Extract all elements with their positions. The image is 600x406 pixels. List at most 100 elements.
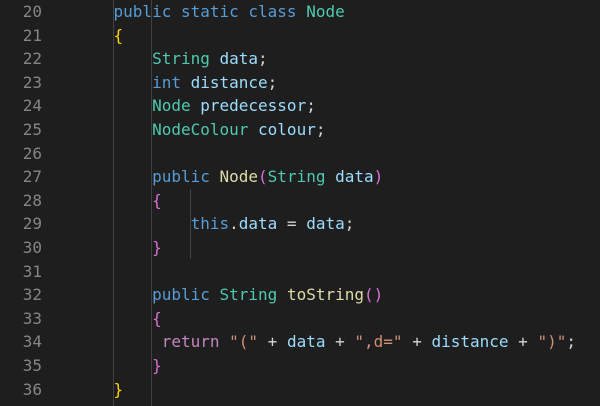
code-line[interactable]: } xyxy=(75,236,600,260)
code-line[interactable]: NodeColour colour; xyxy=(75,118,600,142)
code-token: this xyxy=(190,214,230,234)
line-number: 32 xyxy=(22,285,42,305)
code-token: Node xyxy=(219,167,259,187)
code-token: + xyxy=(508,332,538,352)
code-token: String xyxy=(219,285,278,305)
code-token: int xyxy=(152,72,181,92)
line-number: 22 xyxy=(22,49,42,69)
code-token: } xyxy=(113,379,124,399)
code-token: ; xyxy=(566,332,576,352)
code-line[interactable]: this.data = data; xyxy=(75,212,600,236)
code-token: ; xyxy=(258,49,268,69)
code-token: { xyxy=(152,308,162,328)
code-token: data xyxy=(306,214,345,234)
code-token: String xyxy=(152,49,210,69)
line-number: 23 xyxy=(22,72,42,92)
code-token: ; xyxy=(306,96,316,116)
code-line[interactable] xyxy=(75,142,600,166)
code-token: distance xyxy=(190,72,268,92)
code-token: ; xyxy=(315,120,326,139)
code-token: Node xyxy=(152,96,191,116)
line-number: 21 xyxy=(22,25,42,45)
code-token: Node xyxy=(306,2,345,21)
code-token: data xyxy=(335,167,374,187)
code-token: + xyxy=(325,332,355,352)
line-number: 35 xyxy=(22,356,42,375)
code-token: data xyxy=(219,49,259,69)
code-line[interactable]: } xyxy=(75,354,600,378)
code-token: { xyxy=(113,25,124,45)
code-line[interactable]: return "(" + data + ",d=" + distance + "… xyxy=(75,330,600,354)
code-token: data xyxy=(238,214,278,234)
line-number-gutter: 20 21 22 23 24 25 26 27 28 29 30 31 32 33 34 35 36 xyxy=(0,0,74,406)
code-line[interactable]: { xyxy=(75,24,600,48)
code-token: { xyxy=(152,190,162,210)
line-number: 36 xyxy=(22,379,42,399)
code-token: () xyxy=(364,285,384,305)
line-number: 29 xyxy=(22,214,42,234)
code-line[interactable]: { xyxy=(75,189,600,213)
code-token: NodeColour xyxy=(152,120,249,139)
code-editor[interactable]: 20 21 22 23 24 25 26 27 28 29 30 31 32 33 34 35 36 publi… xyxy=(0,0,600,406)
code-token: ",d=" xyxy=(354,332,403,352)
code-token: String xyxy=(267,167,326,187)
code-token: . xyxy=(229,214,239,234)
code-token: ; xyxy=(267,72,278,92)
line-number: 34 xyxy=(22,332,42,352)
code-token: predecessor xyxy=(200,96,307,116)
code-token: public static class xyxy=(113,2,307,21)
code-token: + xyxy=(402,332,432,352)
code-token: data xyxy=(286,332,326,352)
line-number: 30 xyxy=(22,238,42,257)
code-token: "(" xyxy=(229,332,259,352)
line-number: 27 xyxy=(22,167,42,187)
line-number: 24 xyxy=(22,96,42,116)
code-token: ")" xyxy=(537,332,567,352)
code-line[interactable]: public Node(String data) xyxy=(75,165,600,189)
line-number: 28 xyxy=(22,190,42,210)
code-token: = xyxy=(277,214,307,234)
code-token: } xyxy=(152,238,162,257)
code-token: ( xyxy=(258,167,268,187)
code-line[interactable]: } xyxy=(75,378,600,402)
line-number: 25 xyxy=(22,120,42,139)
code-line[interactable]: public static class Node xyxy=(75,0,600,24)
code-token: ; xyxy=(344,214,355,234)
code-line[interactable]: String data; xyxy=(75,47,600,71)
code-token: colour xyxy=(258,120,316,139)
code-line[interactable]: { xyxy=(75,307,600,331)
line-number: 31 xyxy=(22,261,42,281)
code-token: + xyxy=(258,332,287,352)
code-line[interactable] xyxy=(75,260,600,284)
code-line[interactable]: public String toString() xyxy=(75,283,600,307)
line-number: 20 xyxy=(22,2,42,21)
code-token: return xyxy=(161,332,220,352)
code-line[interactable]: int distance; xyxy=(75,71,600,95)
code-line[interactable]: Node predecessor; xyxy=(75,94,600,118)
code-token: toString xyxy=(286,285,364,305)
code-area[interactable]: public static class Node { String data; … xyxy=(75,0,600,406)
